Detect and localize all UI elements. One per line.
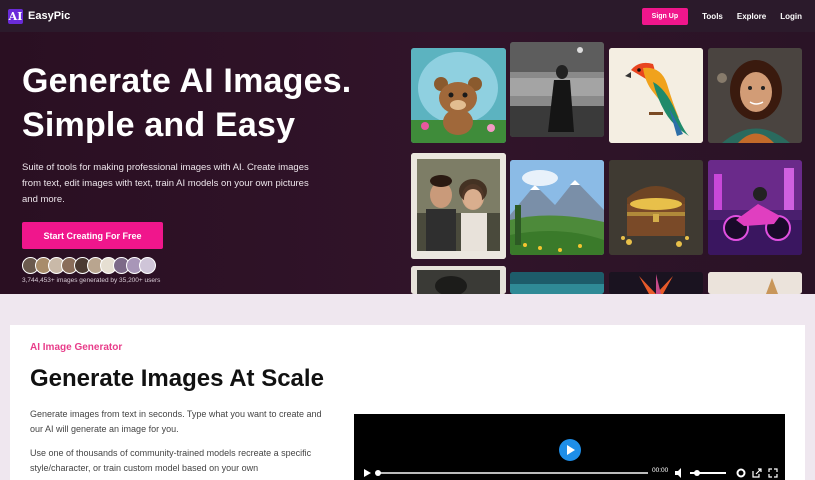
nav-actions: Sign Up Tools Explore Login: [641, 0, 802, 32]
volume-handle[interactable]: [694, 470, 700, 476]
gallery-image-cat[interactable]: [708, 272, 802, 294]
section-title: Generate Images At Scale: [30, 365, 324, 392]
gallery-image-portrait[interactable]: [411, 266, 506, 294]
section-eyebrow: AI Image Generator: [30, 342, 123, 353]
volume-slider[interactable]: [690, 470, 726, 476]
mountain-landscape: [510, 160, 604, 255]
avatar: [139, 257, 156, 274]
couple-photo: [411, 153, 506, 259]
logo-mark: AI: [8, 8, 23, 24]
start-creating-button[interactable]: Start Creating For Free: [22, 222, 163, 249]
video-controls: 00:00: [354, 466, 785, 480]
settings-gear-icon[interactable]: [736, 468, 746, 478]
parrot-illustration: [609, 48, 703, 143]
gallery-image-street[interactable]: [510, 42, 604, 137]
gallery-image-treasure[interactable]: [609, 160, 703, 255]
gallery-image-flower[interactable]: [609, 272, 703, 294]
hero-description: Suite of tools for making professional i…: [22, 162, 309, 205]
progress-handle[interactable]: [375, 470, 381, 476]
hero-section: Generate AI Images. Simple and Easy Suit…: [0, 32, 815, 294]
user-avatars: [22, 257, 156, 274]
woman-portrait: [708, 48, 802, 143]
logo[interactable]: AI EasyPic: [8, 8, 71, 24]
brand-name: EasyPic: [28, 10, 71, 22]
external-link-icon[interactable]: [752, 468, 762, 478]
gallery-image-parrot[interactable]: [609, 48, 703, 143]
gallery-image-woman[interactable]: [708, 48, 802, 143]
usage-stats: 3,744,453+ images generated by 35,200+ u…: [22, 277, 161, 284]
portrait-photo: [411, 266, 506, 294]
play-icon: [567, 445, 575, 455]
section-paragraph-1: Generate images from text in seconds. Ty…: [30, 409, 322, 434]
top-nav: AI EasyPic Sign Up Tools Explore Login: [0, 0, 815, 32]
video-time: 00:00: [652, 467, 669, 474]
flower-image: [609, 272, 703, 294]
ocean-image: [510, 272, 604, 294]
section-paragraph-2: Use one of thousands of community-traine…: [30, 448, 312, 473]
hero-title: Generate AI Images. Simple and Easy: [22, 59, 351, 147]
treasure-chest: [609, 160, 703, 255]
street-photo: [510, 42, 604, 137]
nav-link-tools[interactable]: Tools: [702, 12, 723, 21]
play-button[interactable]: [559, 439, 581, 461]
gallery-image-mountains[interactable]: [510, 160, 604, 255]
motorcycle-neon: [708, 160, 802, 255]
nav-link-explore[interactable]: Explore: [737, 12, 766, 21]
bear-illustration: [411, 48, 506, 143]
gallery-image-bear[interactable]: [411, 48, 506, 143]
gallery-image-couple[interactable]: [411, 153, 506, 259]
gallery-image-ocean[interactable]: [510, 272, 604, 294]
volume-icon[interactable]: [674, 468, 686, 478]
hero-title-line1: Generate AI Images.: [22, 62, 352, 100]
video-player[interactable]: 00:00: [354, 414, 785, 480]
cat-image: [708, 272, 802, 294]
nav-link-login[interactable]: Login: [780, 12, 802, 21]
gallery-image-motorcycle[interactable]: [708, 160, 802, 255]
image-generator-section: AI Image Generator Generate Images At Sc…: [10, 325, 805, 480]
fullscreen-icon[interactable]: [768, 468, 778, 478]
progress-bar[interactable]: [375, 470, 648, 476]
play-small-icon[interactable]: [362, 468, 374, 478]
signup-button[interactable]: Sign Up: [641, 7, 689, 25]
hero-title-line2: Simple and Easy: [22, 106, 296, 144]
